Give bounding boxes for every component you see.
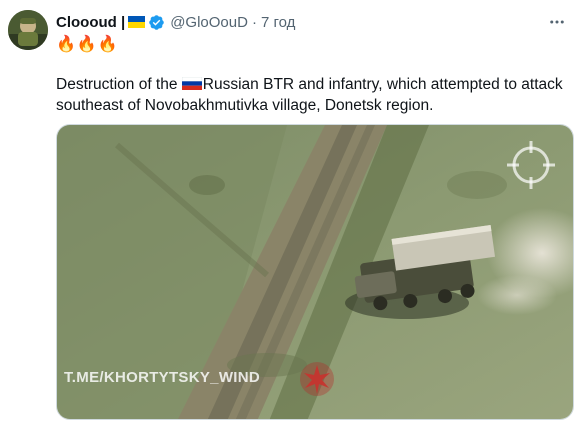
author-avatar[interactable] [8,10,48,50]
author-display-name[interactable]: Cloooud | [56,14,125,31]
video-media[interactable]: T.ME/KHORTYTSKY_WIND [56,124,574,420]
tweet-timestamp[interactable]: 7 год [261,14,295,31]
verified-badge-icon [149,14,164,30]
crosshair-icon [507,141,555,189]
separator-dot: · [251,13,257,31]
tweet-header: Cloooud | @GloOouD · 7 год [56,12,542,32]
fire-emoji-line: 🔥🔥🔥 [56,36,119,53]
russia-flag-icon [181,77,202,90]
more-options-icon[interactable] [546,12,568,32]
tweet-text-part-1: Destruction of the [56,76,182,93]
author-handle[interactable]: @GloOouD [170,14,248,31]
tweet-text: Destruction of the Russian BTR and infan… [56,74,572,116]
tweet-card[interactable]: Cloooud | @GloOouD · 7 год 🔥🔥🔥 Destructi… [0,0,582,425]
tryzub-logo-icon [300,362,334,396]
ukraine-flag-icon [128,16,146,28]
video-watermark: T.ME/KHORTYTSKY_WIND [64,369,261,386]
